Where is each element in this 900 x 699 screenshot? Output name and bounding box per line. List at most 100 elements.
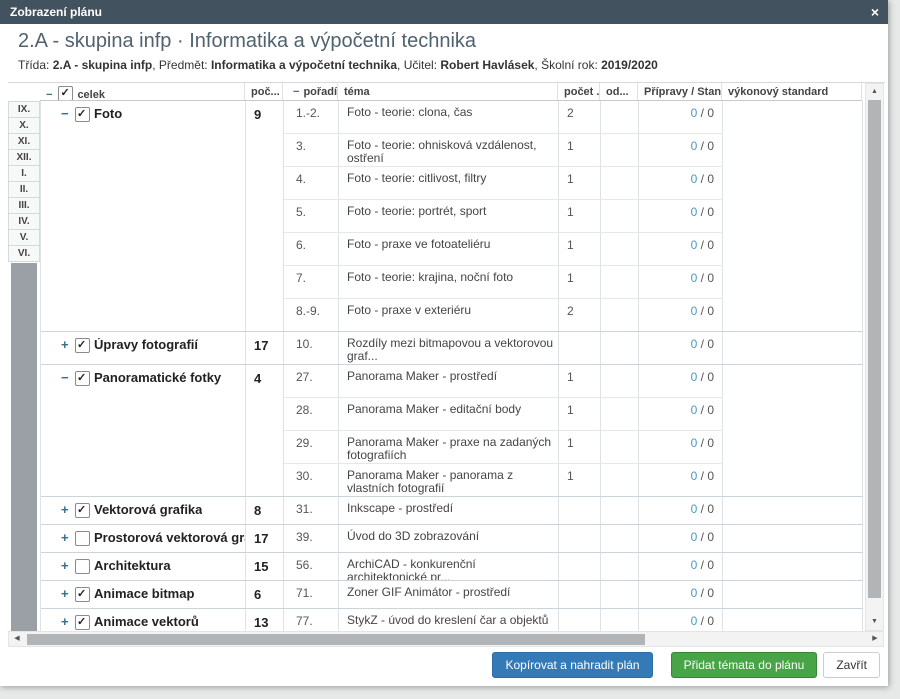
topic-order: 10. (284, 332, 339, 364)
topic-order: 77. (284, 609, 339, 631)
group-row: +Vektorová grafika831.Inkscape - prostře… (41, 497, 863, 525)
month-v[interactable]: V. (8, 230, 40, 246)
standard-count: / 0 (697, 558, 714, 572)
group-hours: 4 (246, 365, 284, 496)
month-ix[interactable]: IX. (8, 102, 40, 118)
group-label: Prostorová vektorová graf... (94, 531, 245, 545)
topic-count: 1 (559, 134, 601, 166)
meta-value: Robert Havlásek (440, 58, 534, 72)
group-standard-cell (723, 525, 863, 552)
month-x[interactable]: X. (8, 118, 40, 134)
topic-count: 1 (559, 398, 601, 430)
horizontal-scrollbar-thumb[interactable] (27, 634, 645, 645)
expand-group-icon[interactable]: + (61, 559, 73, 572)
standard-count: / 0 (697, 238, 714, 252)
standard-count: / 0 (697, 586, 714, 600)
topic-od (601, 365, 639, 397)
topic-count: 1 (559, 233, 601, 265)
group-row: −Panoramatické fotky427.Panorama Maker -… (41, 365, 863, 497)
group-topics: 71.Zoner GIF Animátor - prostředí0 / 0 (284, 581, 723, 608)
group-label: Architektura (94, 559, 171, 573)
horizontal-scrollbar[interactable]: ◀ ▶ (8, 631, 884, 647)
collapse-group-icon[interactable]: − (61, 107, 73, 120)
expand-group-icon[interactable]: + (61, 338, 73, 351)
poradi-collapse-icon[interactable]: − (293, 86, 299, 98)
group-topics: 10.Rozdíly mezi bitmapovou a vektorovou … (284, 332, 723, 364)
column-header-poradi[interactable]: −pořadí (283, 83, 338, 100)
group-checkbox[interactable] (75, 587, 90, 602)
column-header-poradi-label: pořadí (303, 86, 337, 98)
meta-value: 2019/2020 (601, 58, 658, 72)
column-header-pripravy[interactable]: Přípravy / Stand... (638, 83, 722, 100)
group-celek-cell: + Prostorová vektorová graf... (41, 525, 246, 552)
column-header-vykonovy[interactable]: výkonový standard (722, 83, 862, 100)
expand-group-icon[interactable]: + (61, 615, 73, 628)
group-checkbox[interactable] (75, 338, 90, 353)
month-iii[interactable]: III. (8, 198, 40, 214)
topic-theme: Panorama Maker - editační body (339, 398, 559, 430)
group-standard-cell (723, 553, 863, 580)
topic-theme: Inkscape - prostředí (339, 497, 559, 524)
group-label: Animace vektorů (94, 615, 199, 629)
topic-prep-cell: 0 / 0 (639, 332, 723, 364)
group-celek-cell: +Úpravy fotografií (41, 332, 246, 364)
group-hours: 15 (246, 553, 284, 580)
dialog-title: Zobrazení plánu (10, 5, 102, 19)
column-header-pocet[interactable]: počet ... (558, 83, 600, 100)
group-checkbox[interactable] (75, 107, 90, 122)
vertical-scrollbar-thumb[interactable] (868, 100, 881, 598)
copy-replace-plan-button[interactable]: Kopírovat a nahradit plán (492, 652, 652, 678)
standard-count: / 0 (697, 436, 714, 450)
standard-count: / 0 (697, 502, 714, 516)
column-header-od[interactable]: od... (600, 83, 638, 100)
group-row: +Úpravy fotografií1710.Rozdíly mezi bitm… (41, 332, 863, 365)
collapse-group-icon[interactable]: − (61, 371, 73, 384)
topic-prep-cell: 0 / 0 (639, 609, 723, 631)
scroll-up-icon[interactable]: ▲ (866, 84, 883, 100)
expand-group-icon[interactable]: + (61, 531, 73, 544)
topic-count (559, 525, 601, 552)
topic-row: 56.ArchiCAD - konkurenční architektonick… (284, 553, 723, 580)
group-checkbox[interactable] (75, 531, 90, 546)
group-checkbox[interactable] (75, 559, 90, 574)
select-all-checkbox[interactable] (58, 86, 73, 100)
topic-order: 56. (284, 553, 339, 580)
months-scrollbar-thumb[interactable] (11, 263, 37, 631)
topic-theme: ArchiCAD - konkurenční architektonické p… (339, 553, 559, 580)
topic-od (601, 553, 639, 580)
topic-od (601, 581, 639, 608)
month-iv[interactable]: IV. (8, 214, 40, 230)
close-icon[interactable]: × (871, 0, 879, 24)
group-checkbox[interactable] (75, 371, 90, 386)
column-header-celek[interactable]: −celek (40, 83, 245, 100)
topic-theme: Panorama Maker - panorama z vlastních fo… (339, 464, 559, 496)
group-row: +Animace vektorů1377.StykZ - úvod do kre… (41, 609, 863, 631)
column-header-poc[interactable]: poč... (245, 83, 283, 100)
add-topics-button[interactable]: Přidat témata do plánu (671, 652, 818, 678)
month-ii[interactable]: II. (8, 182, 40, 198)
month-xii[interactable]: XII. (8, 150, 40, 166)
close-button[interactable]: Zavřít (823, 652, 880, 678)
collapse-all-icon[interactable]: − (46, 89, 52, 100)
month-vi[interactable]: VI. (8, 246, 40, 262)
topic-theme: Foto - teorie: ohnisková vzdálenost, ost… (339, 134, 559, 166)
group-checkbox[interactable] (75, 503, 90, 518)
vertical-scrollbar[interactable]: ▲ ▼ (865, 83, 884, 631)
scroll-right-icon[interactable]: ▶ (867, 632, 883, 646)
expand-group-icon[interactable]: + (61, 503, 73, 516)
month-xi[interactable]: XI. (8, 134, 40, 150)
dialog-footer: Kopírovat a nahradit plán Přidat témata … (492, 652, 880, 678)
month-i[interactable]: I. (8, 166, 40, 182)
expand-group-icon[interactable]: + (61, 587, 73, 600)
group-label: Panoramatické fotky (94, 371, 221, 385)
standard-count: / 0 (697, 337, 714, 351)
topic-theme: Panorama Maker - prostředí (339, 365, 559, 397)
group-checkbox[interactable] (75, 615, 90, 630)
meta-separator: , (397, 58, 404, 72)
group-standard-cell (723, 332, 863, 364)
scroll-down-icon[interactable]: ▼ (866, 614, 883, 630)
topic-order: 8.-9. (284, 299, 339, 331)
scroll-left-icon[interactable]: ◀ (9, 632, 25, 646)
topic-od (601, 398, 639, 430)
column-header-tema[interactable]: téma (338, 83, 558, 100)
